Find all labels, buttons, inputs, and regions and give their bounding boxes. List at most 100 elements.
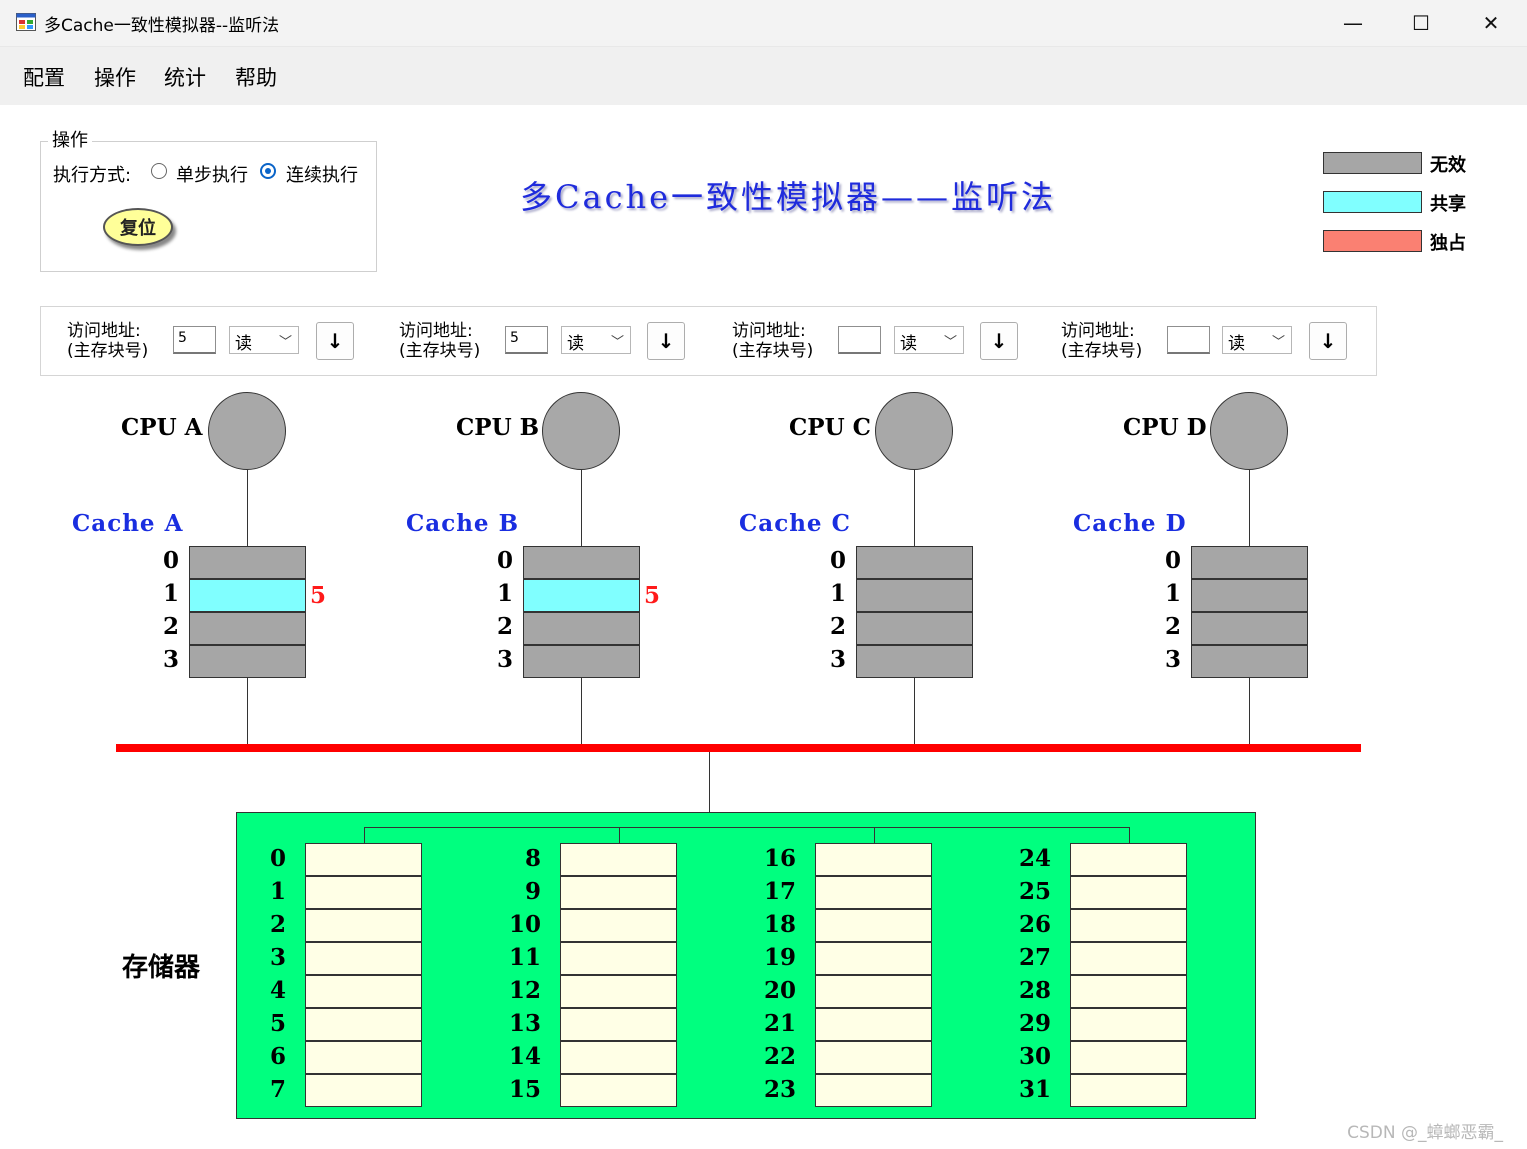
menu-help[interactable]: 帮助: [235, 62, 277, 92]
memory-cell: [815, 909, 932, 942]
radio-single-step-label[interactable]: 单步执行: [176, 161, 248, 187]
operation-select[interactable]: 读 ﹀: [229, 326, 299, 354]
cache-to-bus-line: [581, 678, 582, 744]
operation-select-value: 读: [567, 334, 584, 354]
minimize-button[interactable]: —: [1318, 0, 1388, 46]
cache-block: [856, 645, 973, 678]
operation-select[interactable]: 读 ﹀: [561, 326, 631, 354]
memory-cell: [560, 909, 677, 942]
cpu-to-cache-line: [581, 470, 582, 546]
memory-cell-index: 6: [269, 1043, 286, 1070]
cpu-label: CPU D: [1123, 414, 1207, 441]
memory-cell-index: 21: [763, 1010, 796, 1037]
radio-continuous[interactable]: [260, 163, 276, 179]
cache-block-index: 3: [162, 646, 179, 673]
memory-cell-index: 22: [763, 1043, 796, 1070]
memory-cell: [815, 1008, 932, 1041]
memory-cell-index: 5: [269, 1010, 286, 1037]
memory-cell: [1070, 1074, 1187, 1107]
arrow-down-icon: ↓: [657, 329, 675, 353]
access-address-label-line2: (主存块号): [399, 341, 481, 361]
address-input[interactable]: 5: [173, 326, 216, 354]
maximize-icon: ☐: [1412, 11, 1430, 35]
cache-block-index: 1: [496, 580, 513, 607]
cache-block-index: 2: [496, 613, 513, 640]
menu-config[interactable]: 配置: [23, 62, 65, 92]
minimize-icon: —: [1343, 11, 1363, 35]
cache-block: [856, 612, 973, 645]
cache-label: Cache A: [72, 510, 184, 537]
cache-block: [1191, 546, 1308, 579]
operation-select[interactable]: 读 ﹀: [1222, 326, 1292, 354]
address-input[interactable]: [838, 326, 881, 354]
operation-select[interactable]: 读 ﹀: [894, 326, 964, 354]
memory-cell-index: 4: [269, 977, 286, 1004]
memory-cell-index: 10: [508, 911, 541, 938]
maximize-button[interactable]: ☐: [1386, 0, 1456, 46]
memory-cell-index: 14: [508, 1043, 541, 1070]
chevron-down-icon: ﹀: [1271, 335, 1285, 350]
memory-cell-index: 15: [508, 1076, 541, 1103]
memory-cell: [305, 975, 422, 1008]
memory-cell: [305, 1074, 422, 1107]
arrow-down-icon: ↓: [990, 329, 1008, 353]
memory-cell: [560, 1008, 677, 1041]
memory-cell: [305, 1008, 422, 1041]
cache-block: [523, 645, 640, 678]
memory-cell-index: 3: [269, 944, 286, 971]
cache-block-index: 0: [829, 547, 846, 574]
legend-label-exclusive: 独占: [1430, 233, 1466, 254]
memory-cell-index: 27: [1018, 944, 1051, 971]
access-go-button[interactable]: ↓: [980, 322, 1018, 360]
access-address-label-line2: (主存块号): [1061, 341, 1143, 361]
close-button[interactable]: ✕: [1456, 0, 1526, 46]
operation-select-value: 读: [235, 334, 252, 354]
window-title: 多Cache一致性模拟器--监听法: [44, 16, 280, 36]
memory-cell: [1070, 942, 1187, 975]
chevron-down-icon: ﹀: [943, 335, 957, 350]
cache-block-tag: 5: [310, 582, 327, 609]
memory-cell-index: 24: [1018, 845, 1051, 872]
cache-label: Cache B: [406, 510, 520, 537]
legend-swatch-invalid: [1323, 152, 1422, 174]
cache-block: [856, 579, 973, 612]
access-go-button[interactable]: ↓: [1309, 322, 1347, 360]
access-address-label-line2: (主存块号): [732, 341, 814, 361]
access-go-button[interactable]: ↓: [316, 322, 354, 360]
memory-cell: [560, 1074, 677, 1107]
memory-cell: [305, 942, 422, 975]
cpu-to-cache-line: [1249, 470, 1250, 546]
cache-block-index: 2: [1164, 613, 1181, 640]
reset-button[interactable]: 复位: [103, 208, 173, 246]
arrow-down-icon: ↓: [1319, 329, 1337, 353]
memory-cell-index: 31: [1018, 1076, 1051, 1103]
cache-block-index: 2: [162, 613, 179, 640]
memory-cell: [1070, 975, 1187, 1008]
cache-block: [189, 579, 306, 612]
cache-block-index: 0: [496, 547, 513, 574]
memory-cell-index: 8: [524, 845, 541, 872]
access-go-button[interactable]: ↓: [647, 322, 685, 360]
memory-column-line: [874, 827, 875, 843]
cache-block: [523, 546, 640, 579]
menu-operation[interactable]: 操作: [94, 62, 136, 92]
app-icon: [16, 13, 36, 31]
cache-block-index: 1: [162, 580, 179, 607]
radio-single-step[interactable]: [151, 163, 167, 179]
menu-statistics[interactable]: 统计: [164, 62, 206, 92]
access-address-label-line1: 访问地址:: [67, 321, 141, 341]
cpu-label: CPU A: [121, 414, 203, 441]
address-input[interactable]: 5: [505, 326, 548, 354]
cpu-circle: [208, 392, 286, 470]
cpu-circle: [542, 392, 620, 470]
memory-cell-index: 19: [763, 944, 796, 971]
close-icon: ✕: [1482, 11, 1500, 35]
memory-cell: [815, 1074, 932, 1107]
radio-continuous-label[interactable]: 连续执行: [286, 161, 358, 187]
legend-swatch-shared: [1323, 191, 1422, 213]
memory-cell: [815, 876, 932, 909]
address-input[interactable]: [1167, 326, 1210, 354]
cache-block: [523, 612, 640, 645]
legend-label-invalid: 无效: [1430, 155, 1466, 176]
memory-cell-index: 7: [269, 1076, 286, 1103]
